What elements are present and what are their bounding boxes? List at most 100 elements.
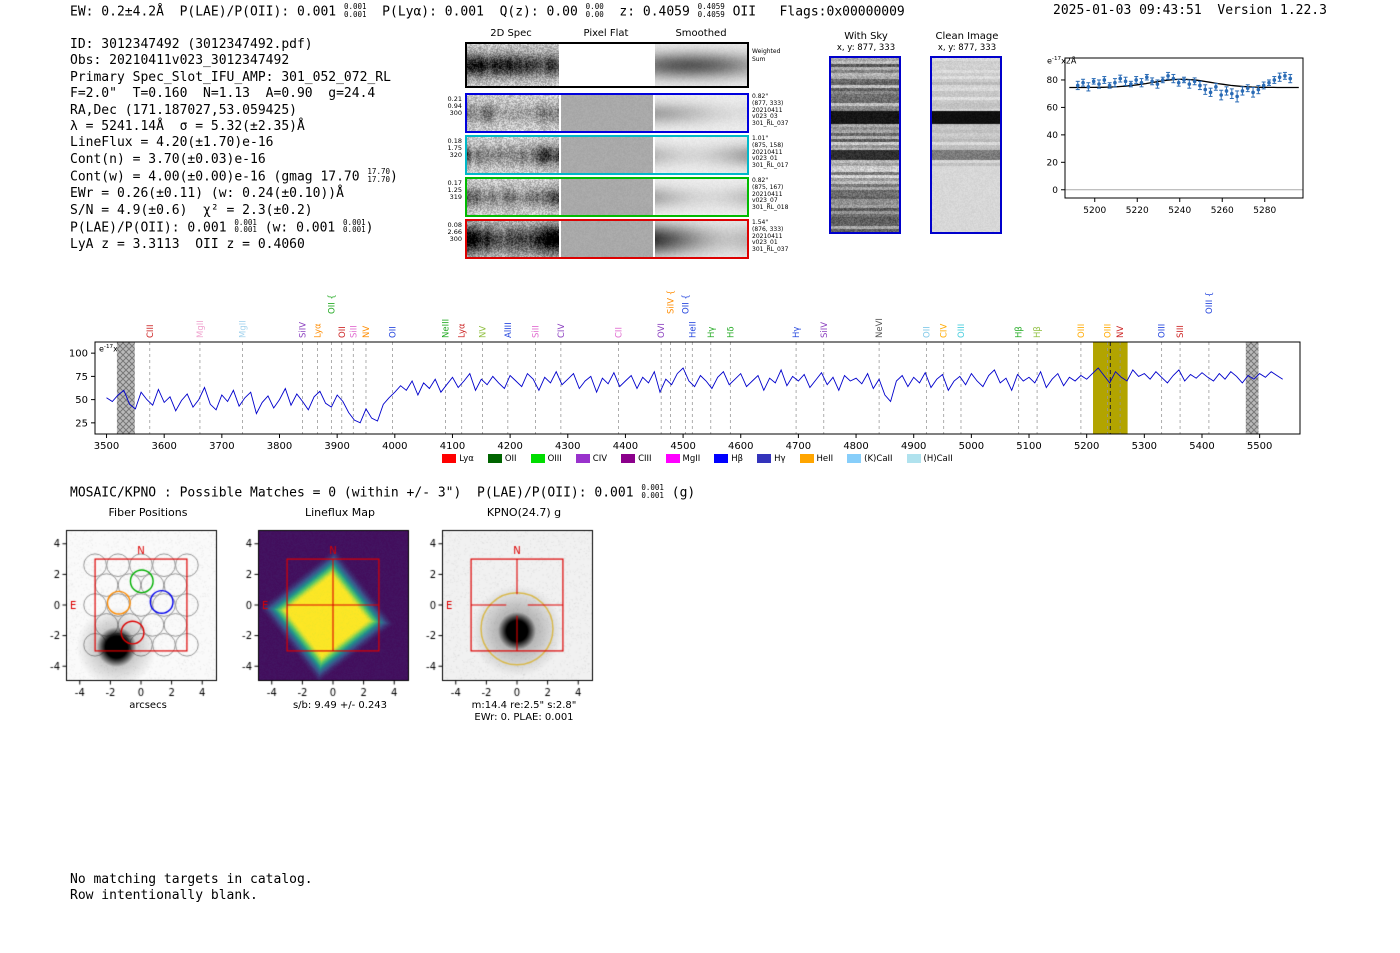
- stack-bottom: 0.001: [343, 226, 366, 234]
- spec2d-image: [467, 44, 559, 86]
- clean-image-panel: [930, 56, 1002, 234]
- data-point: [1140, 81, 1144, 85]
- fiber-positions-cutout: [30, 520, 230, 720]
- smoothed-image: [655, 179, 747, 215]
- emission-line-label: HeII: [688, 321, 698, 338]
- withsky-coords: x, y: 877, 333: [829, 43, 903, 53]
- x-tick-label: 5200: [1074, 441, 1099, 452]
- data-point: [1108, 84, 1112, 88]
- emission-line-label: OIII: [957, 324, 967, 338]
- emission-line-label: SiII: [532, 325, 542, 338]
- masked-region: [1246, 342, 1259, 434]
- spec2d-row-stats: 0.210.94300: [434, 96, 462, 117]
- x-tick-label: 4500: [670, 441, 695, 452]
- x-tick-label: 4900: [901, 441, 926, 452]
- x-tick-label: 5000: [959, 441, 984, 452]
- lineflux-map-title: Lineflux Map: [222, 506, 422, 519]
- spec2d-row-stats: 0.082.66300: [434, 222, 462, 243]
- stack-bottom: 17.70: [367, 176, 390, 184]
- detection-info-line: F=2.0" T=0.160 N=1.13 A=0.90 g=24.4: [70, 86, 398, 102]
- kpno-xlabel-photometry: m:14.4 re:2.5" s:2.8": [406, 700, 606, 711]
- emission-line-label: OIII: [1103, 324, 1113, 338]
- detection-info-line: λ = 5241.14Å σ = 5.32(±2.35)Å: [70, 119, 398, 135]
- spec2d-row-meta: WeightedSum: [752, 48, 800, 64]
- data-point: [1193, 80, 1197, 84]
- x-tick-label: 5220: [1126, 206, 1149, 216]
- line-fit-plot: 52005220524052605280020406080: [1035, 48, 1335, 223]
- y-tick-label: 75: [75, 372, 88, 383]
- emission-line-label: Hδ: [726, 326, 736, 338]
- data-point: [1076, 84, 1080, 88]
- data-point: [1230, 92, 1234, 96]
- data-point: [1172, 77, 1176, 81]
- data-point: [1097, 82, 1101, 86]
- spec2d-meta-line: Sum: [752, 56, 800, 64]
- detection-info-line: LineFlux = 4.20(±1.70)e-16: [70, 135, 398, 151]
- data-point: [1241, 89, 1245, 93]
- emission-line-label: Lyα: [314, 323, 324, 338]
- emission-line-label: OIII: [1077, 324, 1087, 338]
- x-tick-label: 5400: [1189, 441, 1214, 452]
- y-tick-label: 0: [1052, 186, 1058, 196]
- emission-line-label: SiIV {: [666, 290, 676, 314]
- data-point: [1087, 85, 1091, 89]
- emission-line-label: SiIV: [299, 322, 309, 338]
- data-point: [1203, 88, 1207, 92]
- kpno-title: KPNO(24.7) g: [406, 506, 606, 519]
- clean-image-title: Clean Image: [930, 31, 1004, 42]
- kpno-xlabel-ew: EWr: 0. PLAE: 0.001: [406, 712, 606, 723]
- emission-line-label: NV: [1116, 326, 1126, 338]
- clean-image-coords: x, y: 877, 333: [930, 43, 1004, 53]
- emission-line-label: OII {: [327, 294, 337, 314]
- stack-bottom: 0.001: [344, 11, 367, 19]
- lineflux-map-xlabel: s/b: 9.49 +/- 0.243: [222, 700, 422, 711]
- detection-info-block: ID: 3012347492 (3012347492.pdf)Obs: 2021…: [70, 37, 398, 253]
- detection-info-line: ID: 3012347492 (3012347492.pdf): [70, 37, 398, 53]
- data-point: [1145, 75, 1149, 79]
- spec2d-row-meta: 0.82"(877, 333)20210411v023_03301_RL_037: [752, 94, 800, 128]
- spec2d-column-title: Smoothed: [655, 28, 747, 39]
- spec2d-row: [465, 219, 749, 259]
- detection-info-line: P(LAE)/P(OII): 0.001 0.0010.001 (w: 0.00…: [70, 219, 398, 237]
- detection-info-line: RA,Dec (171.187027,53.059425): [70, 103, 398, 119]
- emission-line-label: Hβ: [1033, 326, 1043, 338]
- data-point: [1251, 91, 1255, 95]
- data-point: [1092, 80, 1096, 84]
- x-tick-label: 4000: [382, 441, 407, 452]
- catalog-note-2: Row intentionally blank.: [70, 888, 258, 904]
- x-tick-label: 4700: [786, 441, 811, 452]
- x-tick-label: 3500: [94, 441, 119, 452]
- data-point: [1118, 77, 1122, 81]
- header-summary: EW: 0.2±4.2Å P(LAE)/P(OII): 0.001 0.0010…: [70, 3, 905, 21]
- x-tick-label: 5500: [1247, 441, 1272, 452]
- emission-line-label: OII: [338, 326, 348, 338]
- smoothed-image: [655, 221, 747, 257]
- spacer: [1202, 3, 1218, 18]
- report-timestamp: 2025-01-03 09:43:51: [1053, 3, 1202, 18]
- spec2d-stat-value: 320: [434, 152, 462, 159]
- data-point: [1262, 84, 1266, 88]
- spec2d-meta-line: Weighted: [752, 48, 800, 56]
- y-tick-label: 25: [75, 418, 88, 429]
- data-point: [1150, 80, 1154, 84]
- spec2d-row: [465, 177, 749, 217]
- x-tick-label: 4200: [497, 441, 522, 452]
- emission-line-label: Hβ: [1015, 326, 1025, 338]
- emission-line-label: OIII {: [1205, 292, 1215, 314]
- x-tick-label: 5200: [1083, 206, 1106, 216]
- data-point: [1129, 82, 1133, 86]
- detection-info-line: S/N = 4.9(±0.6) χ² = 2.3(±0.2): [70, 203, 398, 219]
- pixel-flat-image: [561, 179, 653, 215]
- masked-region: [117, 342, 135, 434]
- smoothed-image: [655, 137, 747, 173]
- emission-line-label: SiII: [349, 325, 359, 338]
- data-point: [1209, 91, 1213, 95]
- y-tick-label: 100: [69, 349, 88, 360]
- spec2d-meta-line: 301_RL_017: [752, 163, 800, 170]
- data-point: [1182, 78, 1186, 82]
- report-version: Version 1.22.3: [1217, 3, 1327, 18]
- data-point: [1188, 82, 1192, 86]
- emission-line-label: MgII: [196, 320, 206, 338]
- y-tick-label: 80: [1047, 76, 1059, 86]
- spec2d-column-title: 2D Spec: [465, 28, 557, 39]
